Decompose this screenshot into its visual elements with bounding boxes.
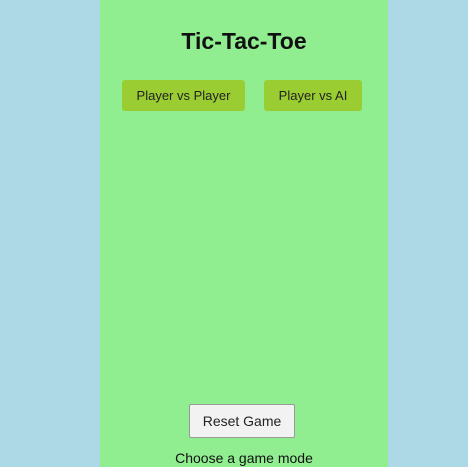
game-board bbox=[124, 130, 364, 380]
player-vs-player-button[interactable]: Player vs Player bbox=[122, 80, 245, 111]
reset-game-button[interactable]: Reset Game bbox=[189, 404, 295, 438]
status-message: Choose a game mode bbox=[175, 450, 313, 466]
game-title: Tic-Tac-Toe bbox=[181, 28, 307, 54]
game-panel: Tic-Tac-Toe Player vs Player Player vs A… bbox=[100, 0, 388, 467]
player-vs-ai-button[interactable]: Player vs AI bbox=[264, 80, 362, 111]
